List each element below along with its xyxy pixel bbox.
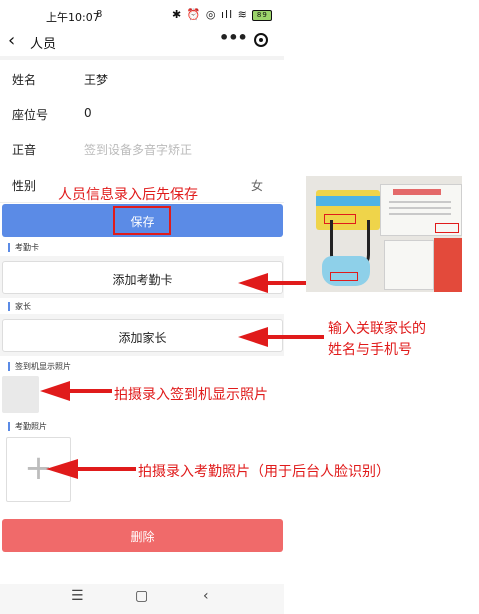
annotation-arrows bbox=[40, 273, 324, 479]
